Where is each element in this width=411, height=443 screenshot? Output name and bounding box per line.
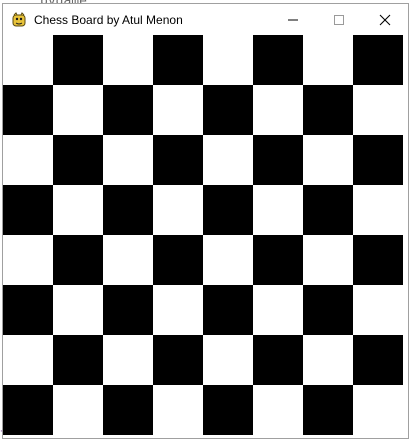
minimize-button[interactable] — [270, 4, 316, 35]
board-square-dark[interactable] — [353, 335, 403, 385]
board-square-dark[interactable] — [253, 35, 303, 85]
board-square-light[interactable] — [153, 285, 203, 335]
board-square-light[interactable] — [153, 185, 203, 235]
board-square-dark[interactable] — [53, 335, 103, 385]
board-square-dark[interactable] — [103, 85, 153, 135]
board-square-light[interactable] — [203, 335, 253, 385]
board-square-light[interactable] — [153, 85, 203, 135]
board-square-light[interactable] — [3, 35, 53, 85]
board-square-dark[interactable] — [203, 285, 253, 335]
board-square-dark[interactable] — [3, 185, 53, 235]
board-square-light[interactable] — [253, 385, 303, 435]
board-square-dark[interactable] — [203, 85, 253, 135]
minimize-icon — [288, 19, 298, 20]
board-square-light[interactable] — [353, 85, 403, 135]
board-square-dark[interactable] — [153, 335, 203, 385]
board-square-dark[interactable] — [153, 135, 203, 185]
board-square-light[interactable] — [53, 185, 103, 235]
board-square-light[interactable] — [53, 85, 103, 135]
close-icon — [379, 14, 391, 25]
board-square-light[interactable] — [103, 135, 153, 185]
maximize-icon — [334, 14, 344, 25]
board-square-light[interactable] — [203, 35, 253, 85]
board-square-light[interactable] — [253, 285, 303, 335]
board-square-dark[interactable] — [303, 85, 353, 135]
board-square-dark[interactable] — [353, 135, 403, 185]
board-square-dark[interactable] — [303, 185, 353, 235]
board-square-light[interactable] — [53, 385, 103, 435]
board-square-dark[interactable] — [103, 185, 153, 235]
board-square-dark[interactable] — [103, 285, 153, 335]
chess-board-window: Chess Board by Atul Menon — [2, 3, 409, 439]
chess-board[interactable] — [3, 35, 408, 438]
board-square-dark[interactable] — [303, 285, 353, 335]
board-square-light[interactable] — [3, 235, 53, 285]
board-square-dark[interactable] — [153, 235, 203, 285]
board-square-light[interactable] — [203, 135, 253, 185]
window-title: Chess Board by Atul Menon — [34, 12, 183, 27]
board-square-dark[interactable] — [53, 135, 103, 185]
board-square-dark[interactable] — [53, 235, 103, 285]
board-square-dark[interactable] — [103, 385, 153, 435]
board-square-light[interactable] — [3, 335, 53, 385]
board-square-dark[interactable] — [3, 285, 53, 335]
board-square-light[interactable] — [303, 35, 353, 85]
board-square-light[interactable] — [103, 335, 153, 385]
title-bar[interactable]: Chess Board by Atul Menon — [3, 4, 408, 35]
board-square-light[interactable] — [253, 85, 303, 135]
python-snake-icon — [11, 11, 27, 28]
board-square-light[interactable] — [303, 335, 353, 385]
board-square-dark[interactable] — [3, 385, 53, 435]
board-square-dark[interactable] — [53, 35, 103, 85]
board-square-dark[interactable] — [3, 85, 53, 135]
board-square-dark[interactable] — [303, 385, 353, 435]
board-square-dark[interactable] — [353, 35, 403, 85]
board-square-light[interactable] — [253, 185, 303, 235]
board-square-light[interactable] — [3, 135, 53, 185]
board-square-light[interactable] — [203, 235, 253, 285]
board-square-dark[interactable] — [203, 385, 253, 435]
close-button[interactable] — [362, 4, 408, 35]
board-square-light[interactable] — [103, 35, 153, 85]
board-square-dark[interactable] — [253, 335, 303, 385]
board-square-dark[interactable] — [353, 235, 403, 285]
board-square-dark[interactable] — [153, 35, 203, 85]
board-square-light[interactable] — [53, 285, 103, 335]
board-square-light[interactable] — [153, 385, 203, 435]
board-square-dark[interactable] — [253, 135, 303, 185]
board-square-light[interactable] — [103, 235, 153, 285]
board-square-light[interactable] — [353, 185, 403, 235]
board-square-light[interactable] — [353, 285, 403, 335]
board-square-light[interactable] — [303, 235, 353, 285]
board-square-light[interactable] — [353, 385, 403, 435]
maximize-button[interactable] — [316, 4, 362, 35]
board-square-dark[interactable] — [203, 185, 253, 235]
board-square-dark[interactable] — [253, 235, 303, 285]
board-square-light[interactable] — [303, 135, 353, 185]
